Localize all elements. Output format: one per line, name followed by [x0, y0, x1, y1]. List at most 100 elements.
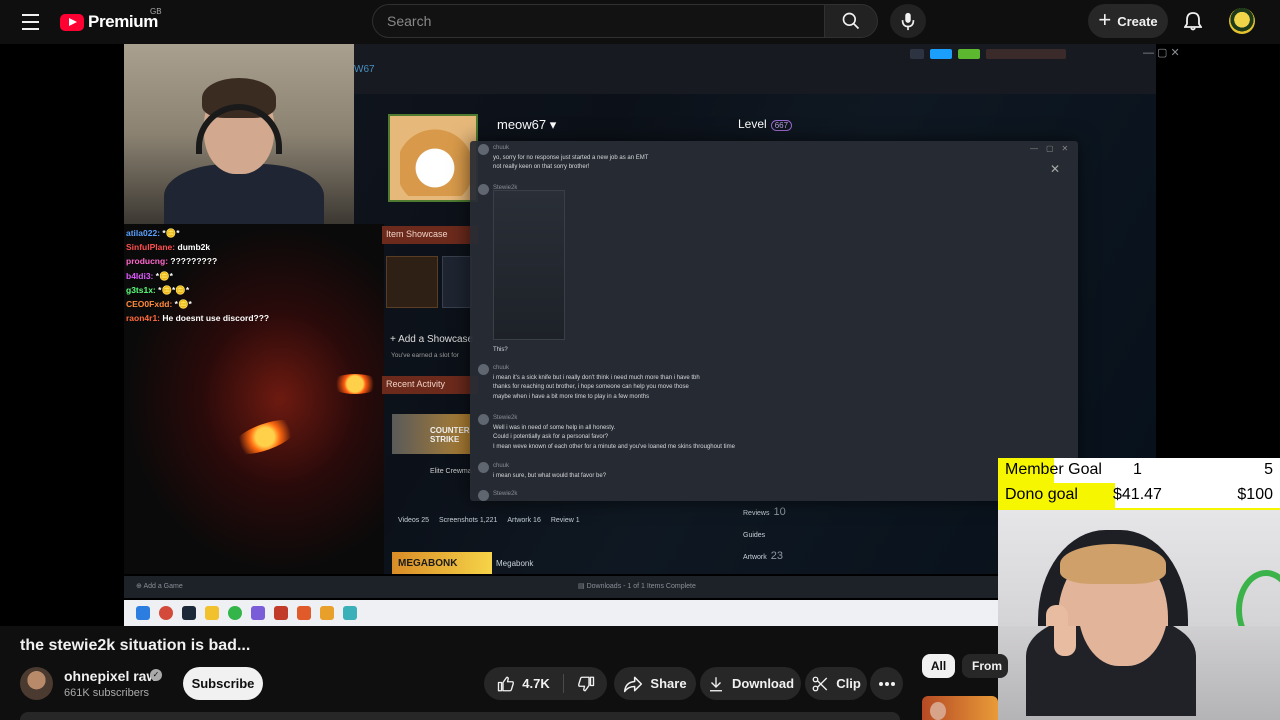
create-button[interactable]: + Create [1088, 4, 1168, 38]
dm-author: chuuk [493, 365, 510, 371]
chat-username: raon4r1: [126, 313, 161, 324]
cs-game-thumbnail: COUNTER STRIKE [392, 414, 470, 454]
member-goal-label: Member Goal [1005, 461, 1102, 478]
chat-message: atila022: *🪙* [126, 226, 366, 240]
region-code: GB [150, 7, 162, 16]
chat-message: CEO0Fxdd: *🪙* [126, 297, 366, 311]
chip-all[interactable]: All [922, 654, 955, 678]
chat-text: dumb2k [177, 242, 211, 253]
menu-icon[interactable] [14, 8, 46, 36]
side-stat-value: 10 [773, 506, 786, 518]
thumbs-down-icon [577, 676, 594, 691]
more-horizontal-icon [878, 681, 895, 686]
download-icon [709, 676, 722, 691]
dm-avatar [478, 144, 489, 155]
download-button[interactable]: Download [700, 667, 801, 700]
bell-icon [1184, 12, 1202, 31]
dm-shared-image [493, 190, 565, 340]
chat-text: He doesnt use discord??? [162, 313, 270, 324]
stream-chat: atila022: *🪙* SinfulPlane: dumb2k producng… [126, 226, 366, 325]
search-box [372, 4, 824, 38]
voice-search-button[interactable] [890, 4, 926, 38]
elite-badge-label: Elite Crewma [430, 468, 472, 475]
dm-avatar [478, 462, 489, 473]
close-icon: ✕ [1050, 162, 1061, 176]
chat-text: *🪙* [155, 270, 173, 281]
member-goal-current: 1 [1133, 461, 1142, 478]
profile-stat: Screenshots 1,221 [439, 517, 498, 524]
dm-avatar [478, 184, 489, 195]
top-bar: Premium GB + Create [0, 0, 1280, 44]
profile-stat: Artwork 16 [507, 517, 541, 524]
video-title: the stewie2k situation is bad... [20, 637, 251, 654]
chat-message: g3ts1x: *🪙*🪙* [126, 283, 366, 297]
download-label: Download [731, 676, 795, 691]
dm-text: i mean it's a sick knife but i really do… [493, 374, 700, 400]
side-stat-label: Guides [743, 532, 766, 539]
dm-author: chuuk [493, 145, 510, 151]
item-showcase-header: Item Showcase [382, 226, 478, 244]
dm-author: Stewie2k [493, 185, 518, 191]
account-avatar[interactable] [1229, 8, 1255, 34]
profile-side-stats: Reviews 10 Guides Artwork 23 [743, 502, 786, 568]
member-goal-row: Member Goal 1 5 [998, 458, 1280, 483]
steam-bottom-bar: ⊕ Add a Game ▤ Downloads - 1 of 1 Items … [124, 576, 998, 598]
scissors-icon [812, 676, 828, 691]
profile-stat: Review 1 [550, 517, 580, 524]
channel-avatar[interactable] [20, 667, 53, 700]
chip-from[interactable]: From [962, 654, 1008, 678]
dm-author: Stewie2k [493, 491, 518, 497]
steam-profile-level: Level 667 [738, 117, 793, 131]
add-showcase-label: + Add a Showcase [390, 334, 474, 345]
next-video-thumbnail[interactable] [922, 696, 998, 720]
chat-username: b4ldi3: [126, 270, 154, 281]
dm-author: Stewie2k [493, 415, 518, 421]
chat-message: raon4r1: He doesnt use discord??? [126, 311, 366, 325]
notifications-button[interactable] [1178, 6, 1208, 36]
description-box[interactable] [20, 712, 900, 720]
steam-top-icons [910, 49, 1066, 59]
steam-tab-label: W67 [354, 64, 375, 75]
dm-text: Well i was in need of some help in all h… [493, 424, 735, 450]
subscriber-count: 661K subscribers [64, 687, 149, 699]
dragon-eye [330, 374, 380, 394]
search-input[interactable] [387, 13, 824, 29]
recent-activity-header: Recent Activity [382, 376, 478, 394]
showcase-item [442, 256, 472, 308]
showcase-item [386, 256, 438, 308]
dm-message: chuuk i mean it's a sick knife but i real… [493, 364, 700, 402]
dm-text: This? [493, 347, 508, 353]
dono-goal-target: $100 [1237, 486, 1273, 503]
dono-goal-current: $41.47 [1113, 486, 1162, 503]
video-player[interactable]: W67 — ▢ ✕ atila022: *🪙* SinfulPlane: dumb… [0, 44, 1280, 626]
clip-button[interactable]: Clip [805, 667, 867, 700]
mic-icon [901, 12, 915, 31]
chat-text: *🪙* [174, 299, 192, 310]
streamer-webcam-2-lower [998, 626, 1280, 720]
streamer-webcam-2 [998, 510, 1280, 626]
share-button[interactable]: Share [614, 667, 696, 700]
search-button[interactable] [824, 4, 878, 38]
profile-stat: Videos 25 [398, 517, 430, 524]
megabonk-label: Megabonk [496, 559, 534, 568]
like-dislike-group: 4.7K [484, 667, 607, 700]
more-actions-button[interactable] [870, 667, 903, 700]
windows-taskbar [124, 600, 998, 626]
steam-profile-name: meow67 ▾ [497, 117, 557, 132]
chat-text: *🪙*🪙* [158, 284, 190, 295]
side-stat-label: Artwork [743, 554, 767, 561]
thumbs-up-icon [498, 676, 515, 691]
dislike-button[interactable] [564, 667, 607, 700]
dm-window-controls: —▢✕ [1030, 144, 1077, 153]
chat-username: producng: [126, 256, 169, 267]
channel-name[interactable]: ohnepixel raw [64, 668, 157, 684]
dono-goal-row: Dono goal $41.47 $100 [998, 483, 1280, 508]
chat-message: producng: ????????? [126, 254, 366, 268]
like-button[interactable]: 4.7K [484, 667, 563, 700]
stream-goals-overlay: Member Goal 1 5 Dono goal $41.47 $100 [998, 458, 1280, 510]
steam-profile-avatar [388, 114, 478, 202]
subscribe-button[interactable]: Subscribe [183, 667, 263, 700]
create-label: Create [1117, 13, 1158, 29]
dm-avatar [478, 490, 489, 501]
youtube-premium-logo[interactable]: Premium GB [60, 7, 162, 34]
